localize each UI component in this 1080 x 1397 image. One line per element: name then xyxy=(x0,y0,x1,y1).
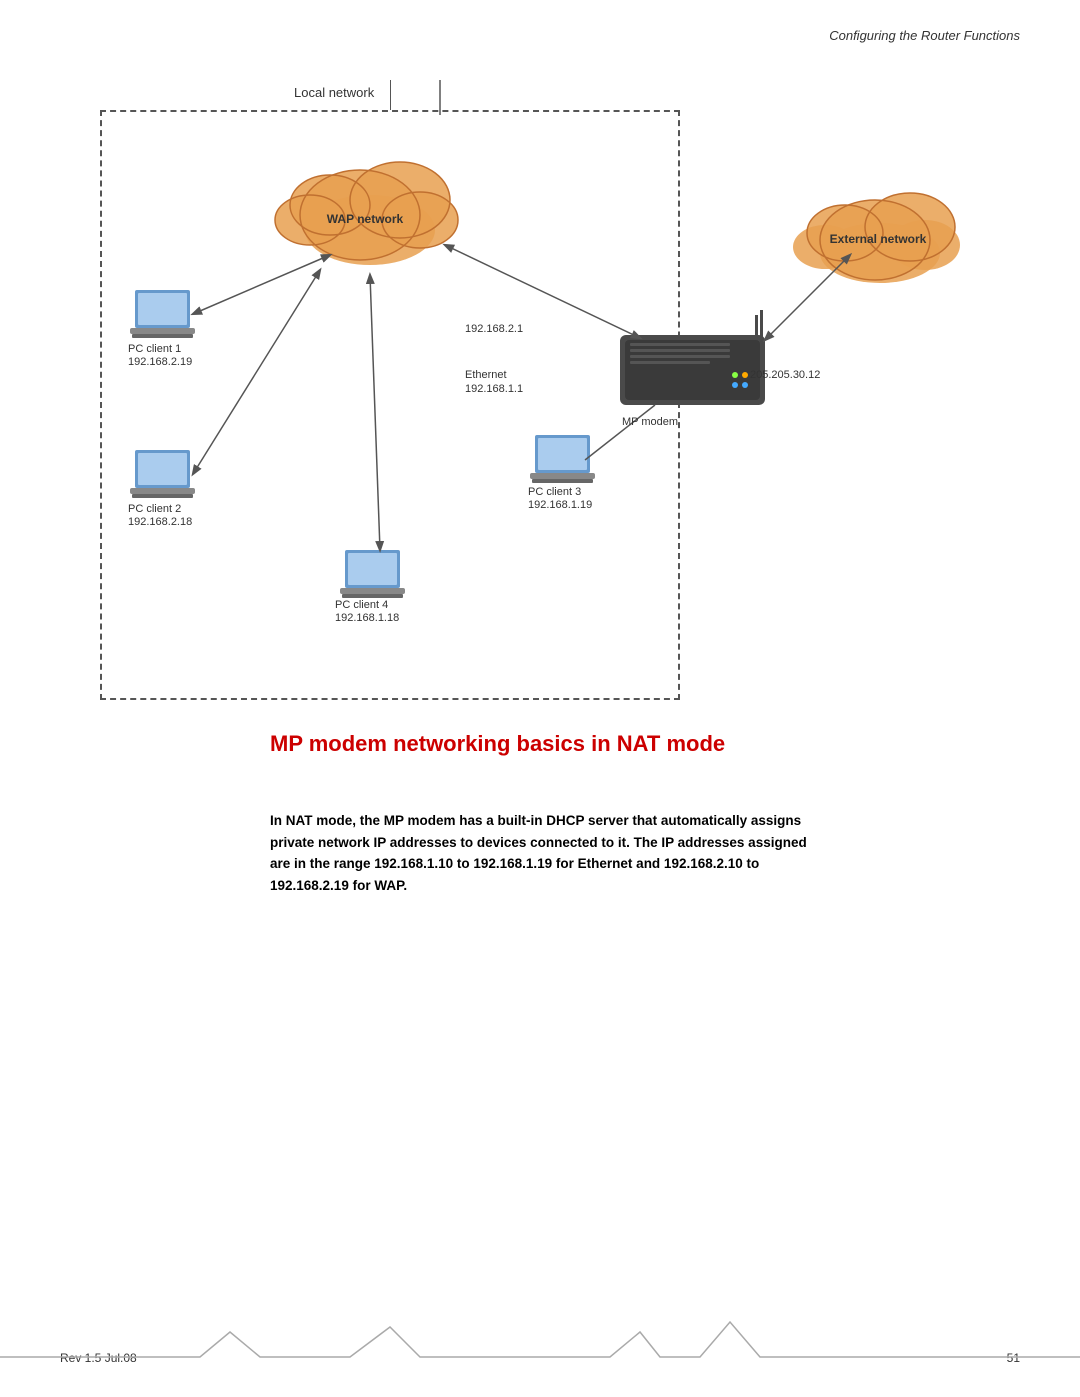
section-body: In NAT mode, the MP modem has a built-in… xyxy=(270,810,830,896)
external-cloud: External network xyxy=(793,193,960,283)
svg-text:205.205.30.12: 205.205.30.12 xyxy=(750,369,820,381)
diagram-container: Local network WAP network xyxy=(50,80,1010,700)
vertical-line xyxy=(390,80,391,110)
waveform-decoration xyxy=(0,1317,1080,1377)
header-title: Configuring the Router Functions xyxy=(829,28,1020,43)
section-title-text: MP modem networking basics in NAT mode xyxy=(270,731,725,756)
svg-text:External network: External network xyxy=(830,232,927,246)
local-network-box xyxy=(100,110,680,700)
local-network-label: Local network xyxy=(290,85,378,100)
section-body-text: In NAT mode, the MP modem has a built-in… xyxy=(270,810,830,896)
section-title: MP modem networking basics in NAT mode xyxy=(270,730,830,759)
page-header: Configuring the Router Functions xyxy=(829,28,1020,43)
